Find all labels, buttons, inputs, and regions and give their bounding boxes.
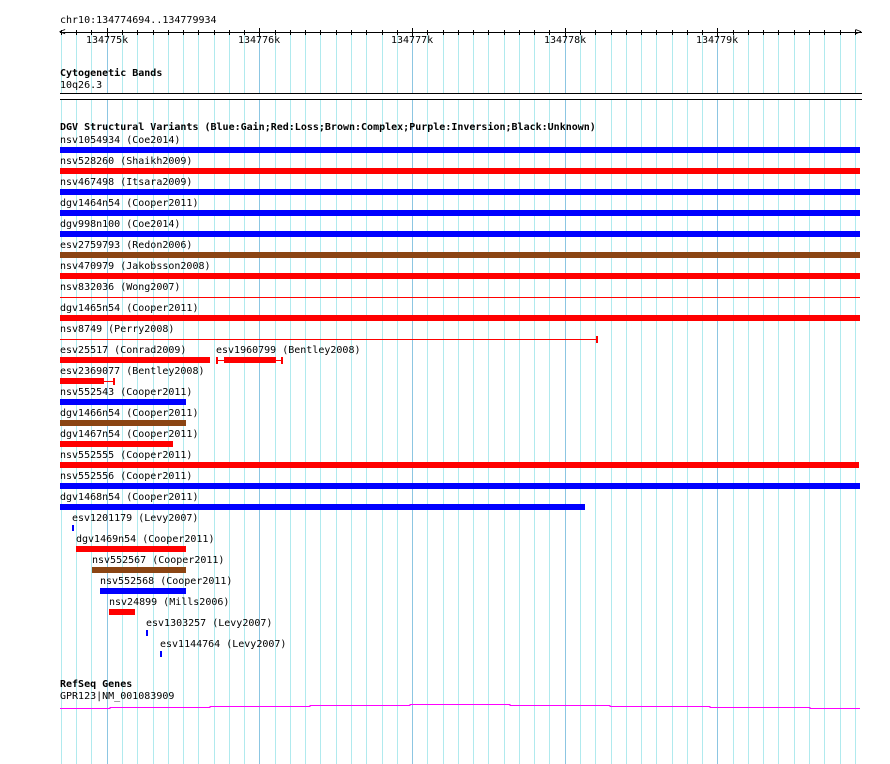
feature-label[interactable]: esv1303257 (Levy2007) <box>146 618 272 629</box>
feature-line[interactable] <box>60 297 860 298</box>
refseq-track-title: RefSeq Genes <box>60 679 133 690</box>
feature-bar[interactable] <box>92 567 186 573</box>
feature-bar[interactable] <box>60 231 860 237</box>
feature-bar[interactable] <box>60 420 186 426</box>
feature-bar[interactable] <box>60 357 210 363</box>
gene-line <box>60 704 860 709</box>
feature-end-cap <box>596 336 598 343</box>
feature-bar[interactable] <box>60 168 860 174</box>
feature-end-cap <box>281 357 283 364</box>
refseq-gene-model[interactable] <box>0 700 890 714</box>
feature-bar[interactable] <box>60 189 860 195</box>
feature-label[interactable]: dgv1465n54 (Cooper2011) <box>60 303 198 314</box>
feature-bar[interactable] <box>60 462 859 468</box>
dgv-track: nsv1054934 (Coe2014) nsv528260 (Shaikh200… <box>0 0 890 764</box>
feature-label[interactable]: nsv552555 (Cooper2011) <box>60 450 192 461</box>
feature-label[interactable]: dgv1468n54 (Cooper2011) <box>60 492 198 503</box>
feature-label[interactable]: nsv470979 (Jakobsson2008) <box>60 261 211 272</box>
feature-bar[interactable] <box>72 525 74 531</box>
feature-bar[interactable] <box>60 504 585 510</box>
feature-label[interactable]: nsv24899 (Mills2006) <box>109 597 229 608</box>
feature-label[interactable]: dgv998n100 (Coe2014) <box>60 219 180 230</box>
feature-label[interactable]: esv1144764 (Levy2007) <box>160 639 286 650</box>
feature-bar[interactable] <box>60 483 860 489</box>
feature-label[interactable]: nsv552568 (Cooper2011) <box>100 576 232 587</box>
feature-bar[interactable] <box>60 252 860 258</box>
feature-bar[interactable] <box>160 651 162 657</box>
feature-start-cap <box>216 357 218 364</box>
feature-label[interactable]: esv2369077 (Bentley2008) <box>60 366 205 377</box>
feature-bar[interactable] <box>60 378 104 384</box>
feature-label[interactable]: esv2759793 (Redon2006) <box>60 240 192 251</box>
feature-bar[interactable] <box>60 273 860 279</box>
feature-label[interactable]: nsv528260 (Shaikh2009) <box>60 156 192 167</box>
feature-bar[interactable] <box>100 588 186 594</box>
feature-label[interactable]: dgv1469n54 (Cooper2011) <box>76 534 214 545</box>
feature-label[interactable]: nsv552556 (Cooper2011) <box>60 471 192 482</box>
feature-label[interactable]: nsv467498 (Itsara2009) <box>60 177 192 188</box>
feature-label[interactable]: esv1960799 (Bentley2008) <box>216 345 361 356</box>
feature-bar[interactable] <box>109 609 135 615</box>
feature-label[interactable]: nsv552567 (Cooper2011) <box>92 555 224 566</box>
feature-end-cap <box>113 378 115 385</box>
feature-bar[interactable] <box>60 315 860 321</box>
feature-bar[interactable] <box>146 630 148 636</box>
feature-bar[interactable] <box>60 147 860 153</box>
feature-label[interactable]: nsv552543 (Cooper2011) <box>60 387 192 398</box>
feature-label[interactable]: esv25517 (Conrad2009) <box>60 345 186 356</box>
feature-label[interactable]: dgv1464n54 (Cooper2011) <box>60 198 198 209</box>
feature-label[interactable]: esv1201179 (Levy2007) <box>72 513 198 524</box>
feature-bar[interactable] <box>224 357 276 363</box>
feature-bar[interactable] <box>76 546 186 552</box>
feature-label[interactable]: nsv8749 (Perry2008) <box>60 324 174 335</box>
feature-bar[interactable] <box>60 210 860 216</box>
feature-label[interactable]: dgv1467n54 (Cooper2011) <box>60 429 198 440</box>
feature-label[interactable]: nsv1054934 (Coe2014) <box>60 135 180 146</box>
feature-label[interactable]: nsv832036 (Wong2007) <box>60 282 180 293</box>
feature-line[interactable] <box>60 339 597 340</box>
feature-label[interactable]: dgv1466n54 (Cooper2011) <box>60 408 198 419</box>
feature-bar[interactable] <box>60 399 186 405</box>
feature-bar[interactable] <box>60 441 173 447</box>
